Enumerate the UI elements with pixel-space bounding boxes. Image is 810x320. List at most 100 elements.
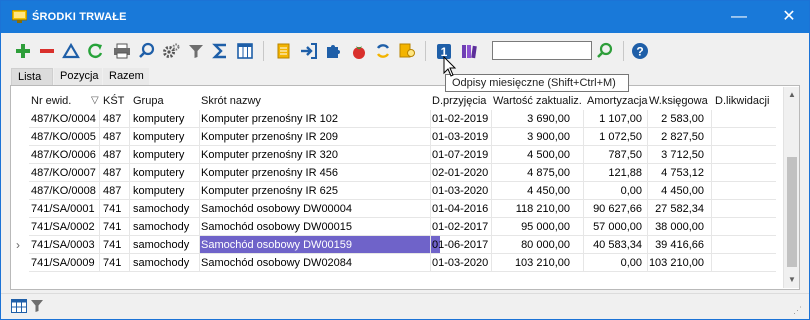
cell-nr-ewid[interactable]: 487/KO/0007 [31, 167, 96, 179]
cell-kst[interactable]: 487 [103, 131, 121, 143]
cell-grupa[interactable]: komputery [133, 185, 184, 197]
minimize-button[interactable]: — [721, 1, 757, 33]
cell-nr-ewid[interactable]: 741/SA/0001 [31, 203, 95, 215]
table-row[interactable]: 741/SA/0001 741 samochody Samochód osobowy … [11, 200, 776, 218]
column-header-d-przyjecia[interactable]: D.przyjęcia [432, 95, 486, 107]
cell-nr-ewid[interactable]: 487/KO/0006 [31, 149, 96, 161]
cell-skrot-nazwy[interactable]: Samochód osobowy DW00159 [201, 239, 352, 251]
tab-pozycja[interactable]: Pozycja [54, 68, 102, 85]
scroll-thumb[interactable] [787, 157, 797, 267]
cell-grupa[interactable]: komputery [133, 149, 184, 161]
column-header-w-ksiegowa[interactable]: W.księgowa [649, 95, 708, 107]
table-row[interactable]: 741/SA/0009 741 samochody Samochód osobowy … [11, 254, 776, 272]
scroll-up-icon[interactable]: ▲ [784, 87, 800, 103]
column-header-d-likwidacji[interactable]: D.likwidacji [715, 95, 769, 107]
cell-nr-ewid[interactable]: 741/SA/0003 [31, 239, 95, 251]
cell-skrot-nazwy[interactable]: Komputer przenośny IR 102 [201, 113, 338, 125]
print-icon[interactable] [112, 41, 132, 61]
status-bar: ⋰ [1, 293, 809, 319]
cell-grupa[interactable]: samochody [133, 239, 189, 251]
sum-icon[interactable] [211, 41, 231, 61]
toolbar-search-input[interactable] [492, 41, 592, 60]
cycle-icon[interactable] [373, 41, 393, 61]
cell-skrot-nazwy[interactable]: Komputer przenośny IR 209 [201, 131, 338, 143]
cell-kst[interactable]: 741 [103, 221, 121, 233]
cell-kst[interactable]: 741 [103, 257, 121, 269]
cell-kst[interactable]: 487 [103, 185, 121, 197]
cell-kst[interactable]: 487 [103, 113, 121, 125]
column-header-nr-ewid[interactable]: Nr ewid. [31, 95, 71, 107]
cell-kst[interactable]: 487 [103, 167, 121, 179]
cell-skrot-nazwy[interactable]: Komputer przenośny IR 625 [201, 185, 338, 197]
books-icon[interactable] [459, 41, 479, 61]
import-icon[interactable] [299, 41, 319, 61]
grid-line [29, 271, 776, 272]
cell-kst[interactable]: 487 [103, 149, 121, 161]
delete-icon[interactable] [37, 41, 57, 61]
tomato-icon[interactable] [349, 41, 369, 61]
scroll-down-icon[interactable]: ▼ [784, 272, 800, 288]
cell-nr-ewid[interactable]: 487/KO/0004 [31, 113, 96, 125]
cell-nr-ewid[interactable]: 487/KO/0008 [31, 185, 96, 197]
add-icon[interactable] [13, 41, 33, 61]
table-row[interactable]: 487/KO/0004 487 komputery Komputer przenośn… [11, 110, 776, 128]
cell-w-ksiegowa[interactable]: 27 582,34 [614, 203, 704, 215]
vertical-scrollbar[interactable]: ▲ ▼ [783, 87, 799, 288]
refresh-icon[interactable] [85, 41, 105, 61]
cell-nr-ewid[interactable]: 741/SA/0009 [31, 257, 95, 269]
help-icon[interactable]: ? [630, 41, 650, 61]
document-icon[interactable] [273, 41, 293, 61]
cell-grupa[interactable]: komputery [133, 131, 184, 143]
table-row[interactable]: 487/KO/0005 487 komputery Komputer przenośn… [11, 128, 776, 146]
cell-skrot-nazwy[interactable]: Samochód osobowy DW00004 [201, 203, 352, 215]
table-row[interactable]: › 741/SA/0003 741 samochody Samochód osobowy… [11, 236, 776, 254]
cell-w-ksiegowa[interactable]: 2 827,50 [614, 131, 704, 143]
table-row[interactable]: 741/SA/0002 741 samochody Samochód osobowy … [11, 218, 776, 236]
cell-grupa[interactable]: komputery [133, 113, 184, 125]
table-row[interactable]: 487/KO/0008 487 komputery Komputer przenośn… [11, 182, 776, 200]
table-row[interactable]: 487/KO/0006 487 komputery Komputer przenośn… [11, 146, 776, 164]
tab-lista[interactable]: Lista [11, 68, 53, 85]
column-header-skrot-nazwy[interactable]: Skrót nazwy [201, 95, 261, 107]
idea-icon[interactable] [397, 41, 417, 61]
cell-w-ksiegowa[interactable]: 4 450,00 [614, 185, 704, 197]
cell-w-ksiegowa[interactable]: 4 753,12 [614, 167, 704, 179]
cell-w-ksiegowa[interactable]: 3 712,50 [614, 149, 704, 161]
cell-kst[interactable]: 741 [103, 239, 121, 251]
cell-skrot-nazwy[interactable]: Samochód osobowy DW00015 [201, 221, 352, 233]
cell-w-ksiegowa[interactable]: 38 000,00 [614, 221, 704, 233]
cell-skrot-nazwy[interactable]: Komputer przenośny IR 456 [201, 167, 338, 179]
table-row[interactable]: 487/KO/0007 487 komputery Komputer przenośn… [11, 164, 776, 182]
cell-skrot-nazwy[interactable]: Samochód osobowy DW02084 [201, 257, 352, 269]
cell-w-ksiegowa[interactable]: 39 416,66 [614, 239, 704, 251]
puzzle-icon[interactable] [323, 41, 343, 61]
search-icon[interactable] [137, 41, 157, 61]
cell-w-ksiegowa[interactable]: 2 583,00 [614, 113, 704, 125]
cell-kst[interactable]: 741 [103, 203, 121, 215]
cell-skrot-nazwy[interactable]: Komputer przenośny IR 320 [201, 149, 338, 161]
cell-w-ksiegowa[interactable]: 103 210,00 [614, 257, 704, 269]
toolbar-separator [425, 41, 426, 61]
up-icon[interactable] [61, 41, 81, 61]
cell-grupa[interactable]: samochody [133, 203, 189, 215]
cell-grupa[interactable]: samochody [133, 257, 189, 269]
resize-grip-icon[interactable]: ⋰ [793, 305, 803, 315]
search-go-icon[interactable] [595, 41, 615, 61]
columns-icon[interactable] [235, 41, 255, 61]
cell-nr-ewid[interactable]: 741/SA/0002 [31, 221, 95, 233]
filter-icon[interactable] [30, 299, 44, 313]
cell-nr-ewid[interactable]: 487/KO/0005 [31, 131, 96, 143]
filter-icon[interactable] [186, 41, 206, 61]
cell-grupa[interactable]: komputery [133, 167, 184, 179]
column-header-kst[interactable]: KŚT [103, 95, 124, 107]
column-header-grupa[interactable]: Grupa [133, 95, 164, 107]
grid-view-icon[interactable] [11, 299, 27, 313]
tab-razem[interactable]: Razem [103, 68, 149, 85]
column-header-wartosc-zaktualiz[interactable]: Wartość zaktualiz. [493, 95, 582, 107]
settings-icon[interactable] [161, 41, 181, 61]
column-header-amortyzacja[interactable]: Amortyzacja [587, 95, 648, 107]
title-bar[interactable]: ŚRODKI TRWAŁE — ✕ [1, 1, 809, 33]
sort-indicator-icon: ▽ [91, 95, 99, 106]
close-button[interactable]: ✕ [771, 1, 807, 33]
cell-grupa[interactable]: samochody [133, 221, 189, 233]
